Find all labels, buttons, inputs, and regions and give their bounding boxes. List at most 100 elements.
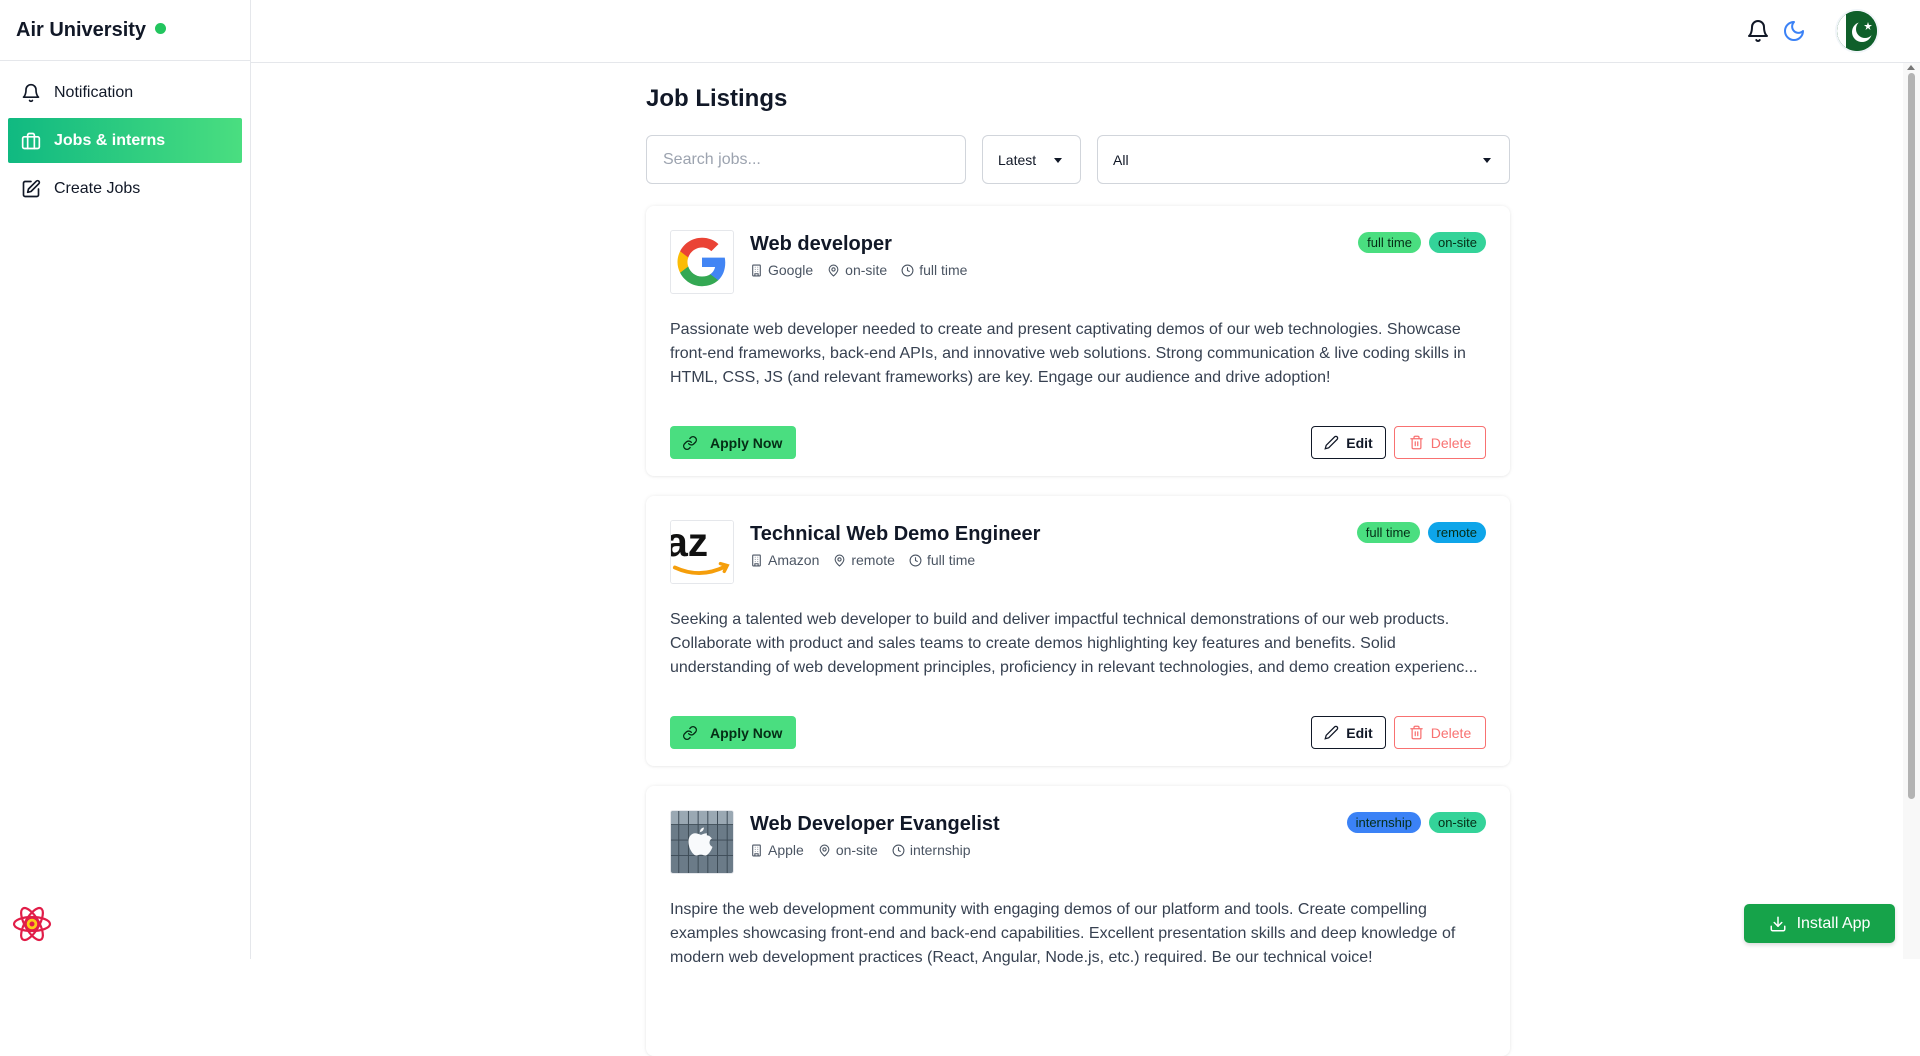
sidebar-nav: Notification Jobs & interns Create Jobs <box>0 70 250 211</box>
job-type-text: internship <box>910 842 971 858</box>
apply-label: Apply Now <box>710 725 782 741</box>
edit-button[interactable]: Edit <box>1311 426 1386 459</box>
scroll-up-arrow-icon[interactable] <box>1907 65 1915 70</box>
job-description: Seeking a talented web developer to buil… <box>670 608 1486 680</box>
trash-icon <box>1409 725 1424 740</box>
amazon-logo: az <box>670 520 734 584</box>
status-badge: on-site <box>1429 812 1486 833</box>
pencil-square-icon <box>21 179 41 199</box>
sidebar: Air University Notification Jobs & inter… <box>0 0 251 959</box>
status-badge: full time <box>1358 232 1421 253</box>
location-meta: on-site <box>818 842 878 858</box>
react-logo-icon[interactable] <box>11 903 53 945</box>
filter-bar: Latest All <box>646 135 1510 184</box>
map-pin-icon <box>827 264 840 277</box>
apply-label: Apply Now <box>710 435 782 451</box>
clock-icon <box>909 554 922 567</box>
scroll-thumb[interactable] <box>1908 73 1915 799</box>
location-meta: remote <box>833 552 895 568</box>
bell-icon[interactable] <box>1746 19 1770 43</box>
job-type-text: full time <box>919 262 967 278</box>
caret-down-icon <box>1483 158 1491 163</box>
brand-title: Air University <box>16 19 146 42</box>
bell-icon <box>21 83 41 103</box>
link-icon <box>682 435 698 451</box>
sidebar-item-label: Notification <box>54 84 133 102</box>
scrollbar[interactable] <box>1903 63 1920 959</box>
type-meta: full time <box>909 552 975 568</box>
moon-icon[interactable] <box>1782 19 1806 43</box>
job-card: Web developer Google on-site full time <box>646 206 1510 476</box>
job-title[interactable]: Web developer <box>750 233 981 256</box>
job-description: Passionate web developer needed to creat… <box>670 318 1486 390</box>
location-text: remote <box>851 552 895 568</box>
search-input[interactable] <box>646 135 966 184</box>
status-badge: remote <box>1428 522 1486 543</box>
map-pin-icon <box>833 554 846 567</box>
delete-label: Delete <box>1431 725 1471 741</box>
pencil-icon <box>1324 435 1339 450</box>
sidebar-item-label: Create Jobs <box>54 180 140 198</box>
job-description: Inspire the web development community wi… <box>670 898 1486 970</box>
page-title: Job Listings <box>646 85 1510 115</box>
apply-now-button[interactable]: Apply Now <box>670 426 796 459</box>
edit-label: Edit <box>1346 725 1372 741</box>
clock-icon <box>892 844 905 857</box>
avatar[interactable] <box>1837 11 1877 51</box>
company-name: Amazon <box>768 552 819 568</box>
briefcase-icon <box>21 131 41 151</box>
status-dot <box>155 23 166 34</box>
download-icon <box>1769 915 1787 933</box>
install-app-label: Install App <box>1797 915 1871 933</box>
main-content: Job Listings Latest All Web developer <box>646 63 1510 1056</box>
map-pin-icon <box>818 844 831 857</box>
google-logo <box>670 230 734 294</box>
type-meta: full time <box>901 262 967 278</box>
status-badge: internship <box>1347 812 1421 833</box>
location-text: on-site <box>836 842 878 858</box>
apple-logo <box>670 810 734 874</box>
sidebar-item-label: Jobs & interns <box>54 132 165 150</box>
location-text: on-site <box>845 262 887 278</box>
type-meta: internship <box>892 842 971 858</box>
delete-button[interactable]: Delete <box>1394 426 1486 459</box>
top-bar <box>251 0 1920 63</box>
location-meta: on-site <box>827 262 887 278</box>
brand-header: Air University <box>0 0 250 61</box>
pakistan-flag-icon <box>1837 11 1877 51</box>
sidebar-item-notification[interactable]: Notification <box>8 70 242 115</box>
company-meta: Apple <box>750 842 804 858</box>
sort-select-value: Latest <box>998 152 1036 168</box>
delete-button[interactable]: Delete <box>1394 716 1486 749</box>
company-meta: Amazon <box>750 552 819 568</box>
trash-icon <box>1409 435 1424 450</box>
caret-down-icon <box>1054 158 1062 163</box>
building-icon <box>750 264 763 277</box>
job-title[interactable]: Web Developer Evangelist <box>750 813 1000 836</box>
type-select-value: All <box>1113 152 1129 168</box>
delete-label: Delete <box>1431 435 1471 451</box>
badge-group: full time on-site <box>1350 232 1486 253</box>
job-title[interactable]: Technical Web Demo Engineer <box>750 523 1040 546</box>
pencil-icon <box>1324 725 1339 740</box>
job-card: Web Developer Evangelist Apple on-site i… <box>646 786 1510 1056</box>
edit-label: Edit <box>1346 435 1372 451</box>
edit-button[interactable]: Edit <box>1311 716 1386 749</box>
install-app-button[interactable]: Install App <box>1744 904 1895 943</box>
clock-icon <box>901 264 914 277</box>
badge-group: full time remote <box>1349 522 1486 543</box>
svg-text:az: az <box>671 521 708 565</box>
sidebar-item-jobs[interactable]: Jobs & interns <box>8 118 242 163</box>
job-type-text: full time <box>927 552 975 568</box>
company-meta: Google <box>750 262 813 278</box>
apply-now-button[interactable]: Apply Now <box>670 716 796 749</box>
status-badge: on-site <box>1429 232 1486 253</box>
company-name: Apple <box>768 842 804 858</box>
type-filter-select[interactable]: All <box>1097 135 1510 184</box>
building-icon <box>750 554 763 567</box>
company-name: Google <box>768 262 813 278</box>
badge-group: internship on-site <box>1339 812 1486 833</box>
sidebar-item-create-jobs[interactable]: Create Jobs <box>8 166 242 211</box>
sort-select[interactable]: Latest <box>982 135 1081 184</box>
link-icon <box>682 725 698 741</box>
